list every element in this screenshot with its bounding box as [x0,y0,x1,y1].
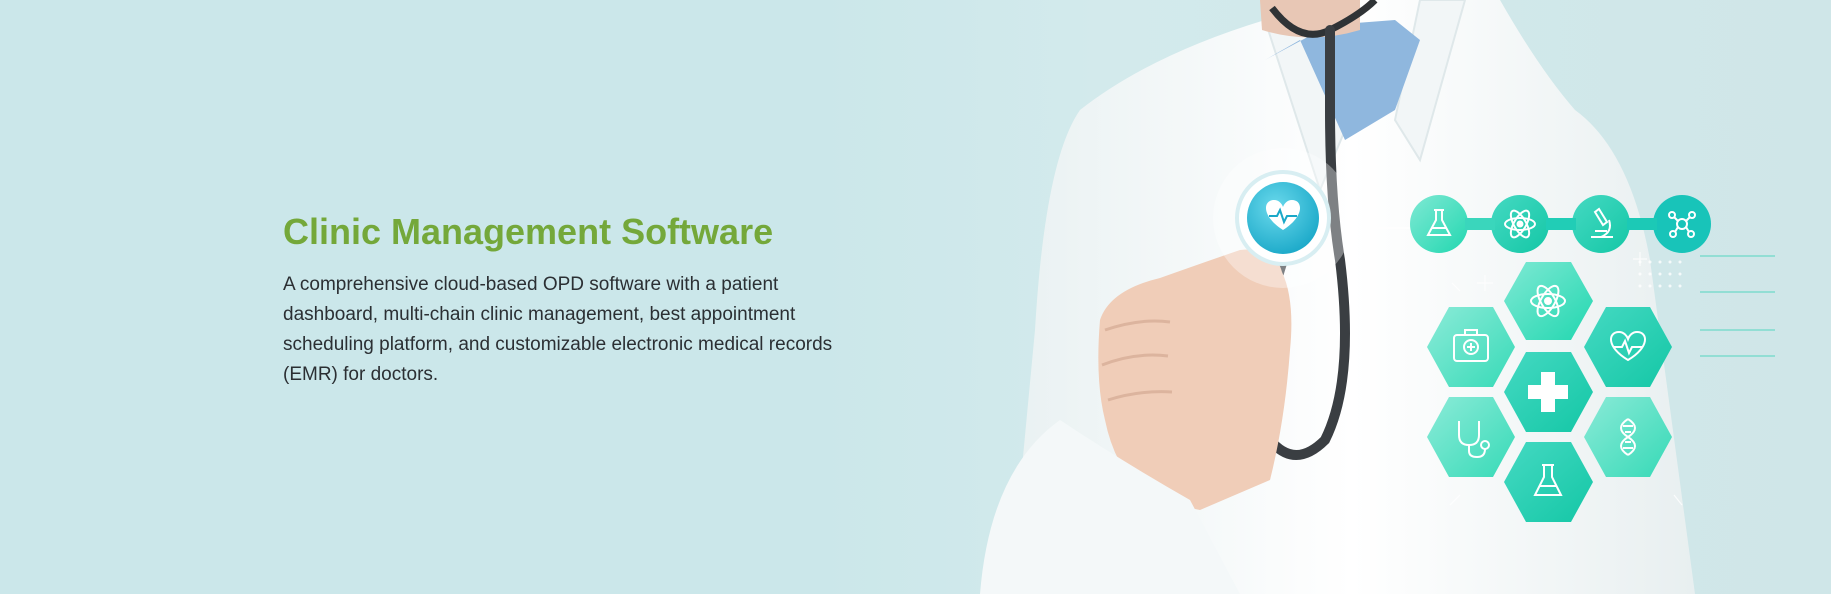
page-title: Clinic Management Software [283,211,774,252]
doctor-illustration [980,0,1775,594]
hero-description: A comprehensive cloud-based OPD software… [283,274,833,385]
hero-copy: Clinic Management Software A comprehensi… [283,208,843,390]
hero-banner: Clinic Management Software A comprehensi… [0,0,1831,594]
